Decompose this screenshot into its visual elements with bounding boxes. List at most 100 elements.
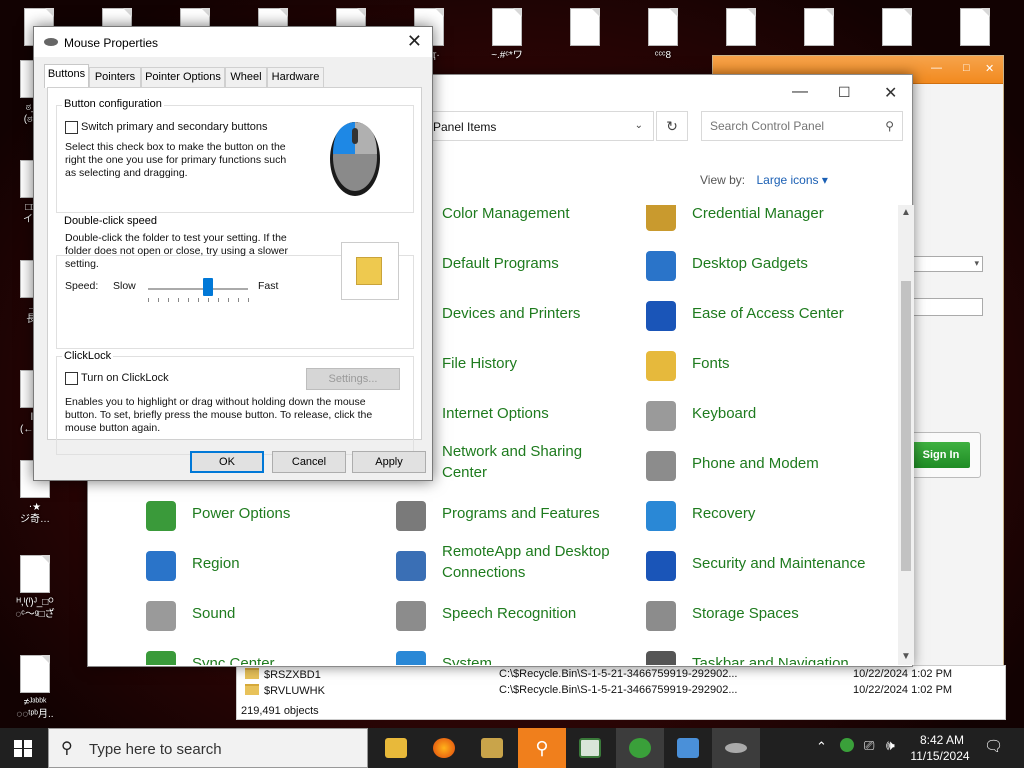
- app-taskbar-button[interactable]: [468, 728, 516, 768]
- control-panel-item[interactable]: Color Management: [442, 205, 570, 224]
- control-panel-item[interactable]: Power Options: [192, 503, 290, 524]
- control-panel-item[interactable]: Security and Maintenance: [692, 553, 865, 574]
- view-by-dropdown[interactable]: Large icons ▾: [756, 173, 827, 187]
- control-panel-item-icon[interactable]: [396, 501, 426, 531]
- close-icon[interactable]: ✕: [407, 31, 422, 52]
- control-panel-item[interactable]: Region: [192, 553, 240, 574]
- clock-date[interactable]: 11/15/2024: [908, 749, 972, 763]
- control-panel-item[interactable]: Phone and Modem: [692, 453, 819, 474]
- tab-pointers[interactable]: Pointers: [89, 67, 141, 87]
- control-panel-item[interactable]: Devices and Printers: [442, 303, 580, 324]
- ok-button[interactable]: OK: [190, 451, 264, 473]
- control-panel-item[interactable]: Ease of Access Center: [692, 303, 844, 324]
- app-taskbar-button[interactable]: [566, 728, 614, 768]
- control-panel-taskbar-button[interactable]: [664, 728, 712, 768]
- control-panel-item-icon[interactable]: [646, 401, 676, 431]
- control-panel-item[interactable]: RemoteApp and Desktop Connections: [442, 541, 610, 583]
- control-panel-item[interactable]: System: [442, 653, 492, 665]
- scrollbar-thumb[interactable]: [901, 281, 911, 571]
- desktop-icon[interactable]: ᶜᶜᶜ8: [628, 8, 698, 62]
- desktop-icon[interactable]: [550, 8, 620, 50]
- clock-time[interactable]: 8:42 AM: [914, 733, 970, 747]
- test-folder[interactable]: [341, 242, 399, 300]
- control-panel-item[interactable]: Programs and Features: [442, 503, 600, 524]
- minimize-icon[interactable]: —: [931, 62, 942, 74]
- maximize-icon[interactable]: □: [963, 62, 970, 74]
- desktop-icon[interactable]: ᴴ,ᴵ(ᴵ)ᴶ_□ᴼ ◌ᶜ〜ᶢ□ざ: [0, 555, 70, 621]
- desktop-icon[interactable]: ~.#ᶜ*ワ: [472, 8, 542, 62]
- desktop-icon[interactable]: [706, 8, 776, 50]
- control-panel-item-icon[interactable]: [146, 601, 176, 631]
- clicklock-checkbox[interactable]: [65, 372, 78, 385]
- address-bar[interactable]: Panel Items ⌄: [424, 111, 654, 141]
- taskbar-search[interactable]: ⚲ Type here to search: [48, 728, 368, 768]
- tab-hardware[interactable]: Hardware: [267, 67, 324, 87]
- network-icon[interactable]: ⎚: [864, 738, 874, 754]
- control-panel-item[interactable]: Recovery: [692, 503, 755, 524]
- slider-thumb[interactable]: [203, 278, 213, 296]
- close-icon[interactable]: ✕: [985, 62, 994, 75]
- control-panel-item-icon[interactable]: [146, 551, 176, 581]
- maximize-icon[interactable]: ☐: [838, 84, 851, 101]
- control-panel-item-icon[interactable]: [646, 601, 676, 631]
- control-panel-item[interactable]: Network and Sharing Center: [442, 441, 582, 483]
- firefox-taskbar-button[interactable]: [420, 728, 468, 768]
- control-panel-item[interactable]: Sync Center: [192, 653, 275, 665]
- control-panel-item-icon[interactable]: [646, 501, 676, 531]
- apply-button[interactable]: Apply: [352, 451, 426, 473]
- start-button[interactable]: [14, 740, 32, 757]
- file-explorer-taskbar-button[interactable]: [372, 728, 420, 768]
- close-icon[interactable]: ✕: [884, 83, 897, 103]
- desktop-icon[interactable]: [862, 8, 932, 50]
- clicklock-settings-button[interactable]: Settings...: [306, 368, 400, 390]
- control-panel-item[interactable]: Taskbar and Navigation: [692, 653, 849, 665]
- control-panel-item[interactable]: Sound: [192, 603, 235, 624]
- control-panel-item[interactable]: Internet Options: [442, 403, 549, 424]
- minimize-icon[interactable]: —: [792, 83, 808, 101]
- dialog-titlebar[interactable]: Mouse Properties ✕: [34, 27, 432, 57]
- refresh-button[interactable]: ↻: [656, 111, 688, 141]
- control-panel-item[interactable]: Default Programs: [442, 253, 559, 274]
- control-panel-item[interactable]: Desktop Gadgets: [692, 253, 808, 274]
- control-panel-item-icon[interactable]: [646, 451, 676, 481]
- tab-wheel[interactable]: Wheel: [225, 67, 267, 87]
- control-panel-item-icon[interactable]: [646, 251, 676, 281]
- control-panel-item[interactable]: Speech Recognition: [442, 603, 576, 624]
- scroll-down-icon[interactable]: ▼: [901, 651, 911, 662]
- control-panel-item[interactable]: Fonts: [692, 353, 730, 374]
- mouse-properties-taskbar-button[interactable]: [712, 728, 760, 768]
- control-panel-item-icon[interactable]: [146, 501, 176, 531]
- search-app-taskbar-button[interactable]: ⚲: [518, 728, 566, 768]
- desktop-icon[interactable]: ≠ᴶᶟᵇᵇᵏ ◌◌ᵗᵖᵇ月..: [0, 655, 70, 721]
- control-panel-item[interactable]: Credential Manager: [692, 205, 824, 224]
- tab-pointer-options[interactable]: Pointer Options: [141, 67, 225, 87]
- control-panel-item-icon[interactable]: [646, 551, 676, 581]
- switch-buttons-checkbox[interactable]: [65, 121, 78, 134]
- control-panel-item[interactable]: Keyboard: [692, 403, 756, 424]
- control-panel-item[interactable]: File History: [442, 353, 517, 374]
- double-click-speed-slider[interactable]: [148, 278, 249, 304]
- control-panel-item-icon[interactable]: [396, 601, 426, 631]
- control-panel-item-icon[interactable]: [646, 651, 676, 665]
- tab-buttons[interactable]: Buttons: [44, 64, 89, 88]
- tray-app-icon[interactable]: [840, 738, 854, 752]
- browser-dropdown[interactable]: ▾: [913, 256, 983, 272]
- control-panel-item-icon[interactable]: [646, 205, 676, 231]
- app-taskbar-button[interactable]: [616, 728, 664, 768]
- scroll-up-icon[interactable]: ▲: [901, 207, 911, 218]
- control-panel-item-icon[interactable]: [396, 551, 426, 581]
- desktop-icon[interactable]: [784, 8, 854, 50]
- search-input[interactable]: [710, 119, 880, 133]
- table-row[interactable]: $RSZXBD1: [245, 668, 321, 681]
- control-panel-item-icon[interactable]: [146, 651, 176, 665]
- cancel-button[interactable]: Cancel: [272, 451, 346, 473]
- control-panel-item-icon[interactable]: [646, 301, 676, 331]
- control-panel-item[interactable]: Storage Spaces: [692, 603, 799, 624]
- vertical-scrollbar[interactable]: ▲ ▼: [898, 205, 914, 665]
- sign-in-button[interactable]: Sign In: [912, 442, 970, 468]
- desktop-icon[interactable]: [940, 8, 1010, 50]
- search-box[interactable]: ⚲: [701, 111, 903, 141]
- chevron-down-icon[interactable]: ⌄: [635, 120, 643, 131]
- control-panel-item-icon[interactable]: [646, 351, 676, 381]
- chevron-up-icon[interactable]: ⌃: [816, 739, 827, 755]
